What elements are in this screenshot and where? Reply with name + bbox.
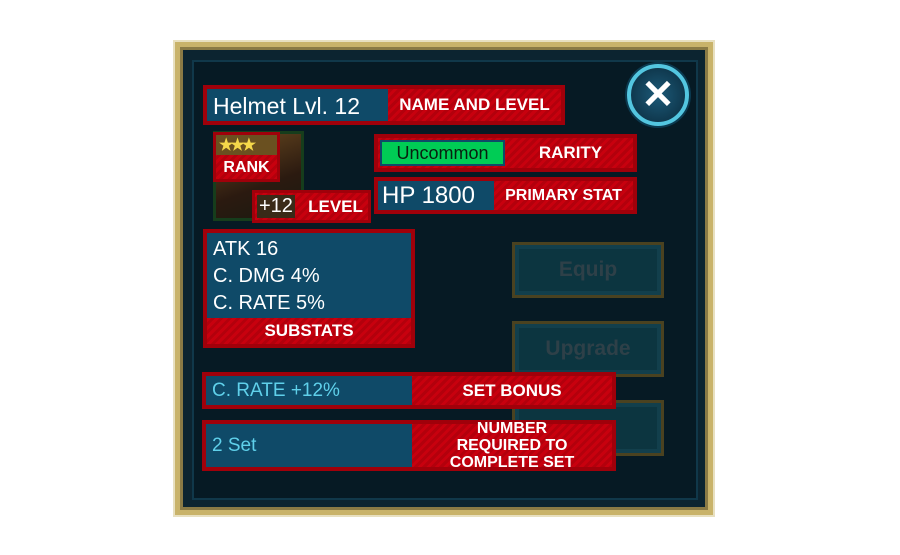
substats-list: ATK 16 C. DMG 4% C. RATE 5% bbox=[207, 233, 411, 318]
close-icon: ✕ bbox=[641, 73, 675, 117]
number-required-label: NUMBER REQUIRED TO COMPLETE SET bbox=[449, 420, 575, 471]
item-level: +12 bbox=[257, 195, 295, 218]
level-box: +12 LEVEL bbox=[252, 190, 371, 223]
rank-stars: ★★★ bbox=[216, 135, 277, 155]
set-bonus-value: C. RATE +12% bbox=[206, 376, 412, 405]
rank-label: RANK bbox=[223, 159, 270, 176]
level-label: LEVEL bbox=[308, 196, 363, 216]
substat-crit-rate: C. RATE 5% bbox=[213, 292, 325, 314]
set-bonus-label: SET BONUS bbox=[462, 380, 562, 400]
rarity-value: Uncommon bbox=[380, 140, 505, 166]
rarity-label: RARITY bbox=[538, 143, 603, 162]
equip-button[interactable]: Equip bbox=[512, 242, 664, 298]
name-and-level-box: Helmet Lvl. 12 NAME AND LEVEL bbox=[203, 85, 565, 125]
substat-atk: ATK 16 bbox=[213, 238, 279, 260]
substat-crit-damage: C. DMG 4% bbox=[213, 265, 320, 287]
primary-stat-value: HP 1800 bbox=[378, 181, 494, 210]
substats-label: SUBSTATS bbox=[264, 321, 354, 340]
substats-box: ATK 16 C. DMG 4% C. RATE 5% SUBSTATS bbox=[203, 229, 415, 348]
set-count-value: 2 Set bbox=[206, 424, 412, 467]
rank-box: ★★★ RANK bbox=[213, 132, 280, 182]
set-count-box: 2 Set NUMBER REQUIRED TO COMPLETE SET bbox=[202, 420, 616, 471]
primary-stat-label: PRIMARY STAT bbox=[505, 186, 622, 204]
close-button[interactable]: ✕ bbox=[627, 64, 689, 126]
item-name-level: Helmet Lvl. 12 bbox=[207, 89, 388, 121]
upgrade-button[interactable]: Upgrade bbox=[512, 321, 664, 377]
name-and-level-label: NAME AND LEVEL bbox=[399, 95, 550, 114]
set-bonus-box: C. RATE +12% SET BONUS bbox=[202, 372, 616, 409]
rarity-box: Uncommon RARITY bbox=[374, 134, 637, 172]
primary-stat-box: HP 1800 PRIMARY STAT bbox=[374, 177, 637, 214]
